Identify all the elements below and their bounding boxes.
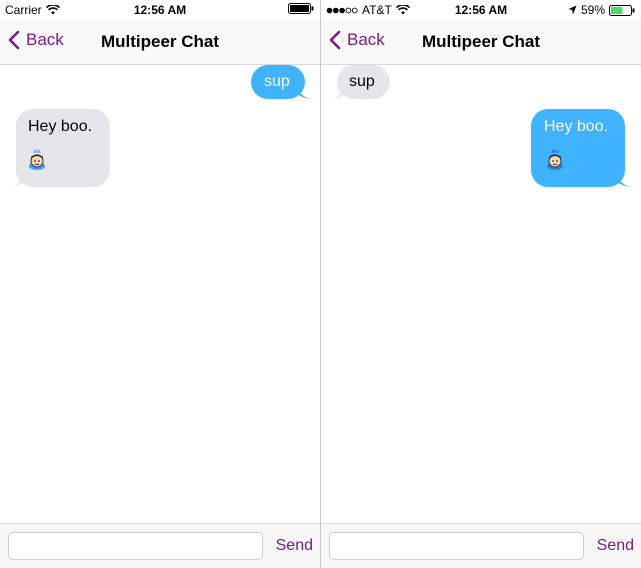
battery-icon <box>609 4 635 16</box>
right-phone-screen: AT&T 12:56 AM 59% Back Multipeer Chat su… <box>321 0 641 568</box>
message-input-bar: Send <box>0 523 320 568</box>
status-bar: Carrier 12:56 AM <box>0 0 320 20</box>
navigation-bar: Back Multipeer Chat <box>0 20 320 65</box>
message-text: Hey boo. <box>28 118 93 135</box>
page-title: Multipeer Chat <box>100 32 220 51</box>
battery-percent: 59% <box>580 3 605 17</box>
status-time: 12:56 AM <box>133 3 187 17</box>
bubble-tail <box>10 173 24 187</box>
bubble-tail <box>297 85 311 99</box>
message-bubble-outgoing: sup <box>251 65 311 99</box>
send-button[interactable]: Send <box>597 537 634 555</box>
message-text: Hey boo. <box>544 118 609 135</box>
message-input[interactable] <box>8 532 263 560</box>
bubble-tail <box>617 173 631 187</box>
battery-icon <box>288 3 314 14</box>
status-right: 59% <box>568 3 635 17</box>
message-bubble-outgoing: Hey boo. <box>531 109 631 187</box>
status-bar: AT&T 12:56 AM 59% <box>321 0 641 20</box>
page-title: Multipeer Chat <box>421 32 541 51</box>
left-phone-screen: Carrier 12:56 AM Back Multipeer Chat sup… <box>0 0 320 568</box>
smiling-face-with-sweat-emoji-icon <box>547 149 563 170</box>
message-bubble-incoming: sup <box>331 65 390 99</box>
bubble-tail <box>331 85 345 99</box>
message-bubble-incoming: Hey boo. <box>10 109 110 187</box>
message-input[interactable] <box>329 532 584 560</box>
location-arrow-icon <box>568 5 577 15</box>
navigation-bar: Back Multipeer Chat <box>321 20 641 65</box>
status-right <box>288 3 314 14</box>
send-button[interactable]: Send <box>276 537 313 555</box>
message-input-bar: Send <box>321 523 641 568</box>
smiling-face-with-sweat-emoji-icon <box>29 149 45 170</box>
